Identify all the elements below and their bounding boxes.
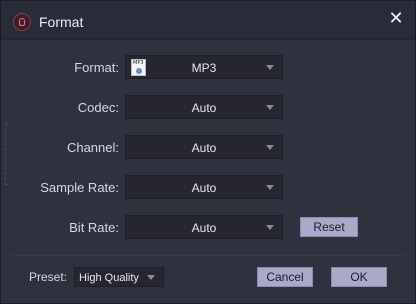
chevron-down-icon	[147, 275, 155, 280]
format-select[interactable]: MP3 MP3	[125, 55, 283, 79]
chevron-down-icon	[266, 65, 274, 70]
close-icon[interactable]: ✕	[387, 10, 405, 28]
preset-select[interactable]: High Quality	[74, 267, 164, 287]
bit-rate-value: Auto	[191, 221, 217, 235]
chevron-down-icon	[266, 105, 274, 110]
chevron-down-icon	[266, 145, 274, 150]
codec-label: Codec:	[77, 100, 119, 115]
codec-value: Auto	[191, 101, 217, 115]
title-bar: Format ✕	[1, 1, 415, 40]
sample-rate-label: Sample Rate:	[40, 180, 119, 195]
bit-rate-label: Bit Rate:	[69, 220, 119, 235]
codec-select[interactable]: Auto	[125, 95, 283, 119]
preset-value: High Quality	[79, 272, 139, 284]
dialog-title: Format	[39, 14, 84, 30]
channel-label: Channel:	[66, 140, 119, 155]
footer-divider	[11, 255, 405, 256]
format-label: Format:	[74, 60, 119, 75]
format-value: MP3	[191, 61, 217, 75]
sample-rate-select[interactable]: Auto	[125, 175, 283, 199]
reset-button[interactable]: Reset	[300, 217, 358, 237]
app-logo-icon	[13, 13, 31, 31]
sample-rate-value: Auto	[191, 181, 217, 195]
bit-rate-select[interactable]: Auto	[125, 215, 283, 239]
channel-value: Auto	[191, 141, 217, 155]
format-dialog: Format ✕ Format: MP3 MP3 Codec: Auto Cha…	[0, 0, 416, 304]
preset-label: Preset:	[29, 270, 68, 284]
cancel-button[interactable]: Cancel	[257, 267, 313, 287]
ok-button[interactable]: OK	[331, 267, 387, 287]
channel-select[interactable]: Auto	[125, 135, 283, 159]
chevron-down-icon	[266, 225, 274, 230]
chevron-down-icon	[266, 185, 274, 190]
